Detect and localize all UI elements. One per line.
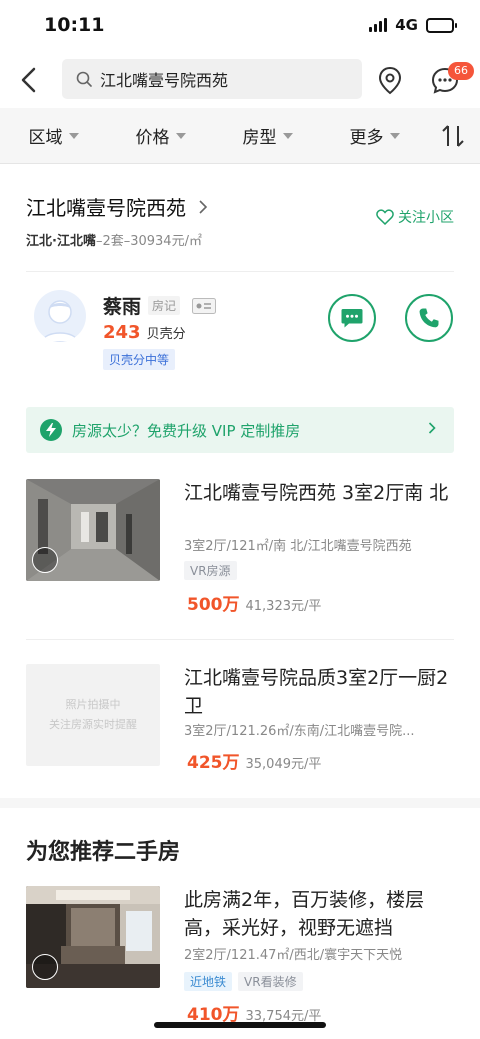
listing-tags: 近地铁 VR看装修 xyxy=(184,972,303,991)
signal-icon xyxy=(369,18,388,32)
agent-name: 蔡雨 xyxy=(103,296,142,318)
follow-label: 关注小区 xyxy=(398,210,454,226)
call-agent-button[interactable] xyxy=(405,294,453,342)
filter-more[interactable]: 更多 xyxy=(321,123,428,148)
listing-tags: VR房源 xyxy=(184,561,237,580)
listing-photo-placeholder: 照片拍摄中 关注房源实时提醒 xyxy=(26,664,160,766)
community-summary: 江北·江北嘴–2套–30934元/㎡ xyxy=(26,230,202,249)
lightning-icon xyxy=(40,419,62,441)
listing-title: 江北嘴壹号院品质3室2厅一厨2卫 xyxy=(184,667,449,717)
status-bar: 10:11 4G xyxy=(0,0,480,50)
section-divider xyxy=(0,798,480,808)
community-name: 江北嘴壹号院西苑 xyxy=(26,196,186,220)
search-input[interactable]: 江北嘴壹号院西苑 xyxy=(62,59,362,99)
message-badge: 66 xyxy=(448,62,474,80)
filter-label: 区域 xyxy=(28,128,63,148)
filter-bar: 区域 价格 房型 更多 xyxy=(0,108,480,164)
placeholder-text: 照片拍摄中 xyxy=(65,698,121,711)
chat-agent-button[interactable] xyxy=(328,294,376,342)
search-query: 江北嘴壹号院西苑 xyxy=(100,71,229,90)
network-label: 4G xyxy=(395,16,418,34)
community-stats: –2套–30934元/㎡ xyxy=(95,234,202,249)
total-price: 425万 xyxy=(187,753,240,773)
recommend-listing-card[interactable]: 此房满2年，百万装修，楼层高，采光好，视野无遮挡 2室2厅/121.47㎡/西北… xyxy=(26,886,454,1025)
chevron-right-icon xyxy=(428,422,436,434)
listing-tag: VR看装修 xyxy=(238,972,303,991)
vip-banner-text: 房源太少？免费升级 VIP 定制推房 xyxy=(72,421,301,440)
listing-tag: 近地铁 xyxy=(184,972,233,991)
divider xyxy=(26,639,454,640)
agent-score: 243 贝壳分 xyxy=(103,322,186,343)
agent-score-unit: 贝壳分 xyxy=(146,327,186,342)
listing-info: 2室2厅/121.47㎡/西北/寰宇天下天悦 xyxy=(184,948,403,963)
listing-title: 此房满2年，百万装修，楼层高，采光好，视野无遮挡 xyxy=(184,889,425,939)
caret-down-icon xyxy=(282,132,293,139)
filter-layout[interactable]: 房型 xyxy=(214,123,321,148)
filter-label: 房型 xyxy=(242,128,277,148)
community-district: 江北·江北嘴 xyxy=(26,234,96,249)
divider xyxy=(26,271,454,272)
search-icon xyxy=(76,71,92,87)
listing-price: 500万 41,323元/平 xyxy=(187,590,321,615)
home-indicator xyxy=(154,1022,326,1028)
battery-icon xyxy=(426,17,457,33)
chat-icon xyxy=(341,309,363,328)
back-arrow-icon[interactable] xyxy=(18,65,42,95)
caret-down-icon xyxy=(175,132,186,139)
vip-banner[interactable]: 房源太少？免费升级 VIP 定制推房 xyxy=(26,407,454,453)
chevron-right-icon xyxy=(199,199,208,214)
listing-info: 3室2厅/121.26㎡/东南/江北嘴壹号院... xyxy=(184,724,415,739)
agent-avatar[interactable] xyxy=(34,290,86,342)
agent-role-tag: 房记 xyxy=(148,296,181,315)
sort-icon[interactable] xyxy=(438,122,468,150)
location-pin-icon[interactable] xyxy=(376,65,404,95)
listing-photo xyxy=(26,479,160,581)
listing-card[interactable]: 江北嘴壹号院西苑 3室2厅南 北 3室2厅/121㎡/南 北/江北嘴壹号院西苑 … xyxy=(26,479,454,615)
listing-title: 江北嘴壹号院西苑 3室2厅南 北 xyxy=(184,482,449,504)
total-price: 500万 xyxy=(187,595,240,615)
listing-tag: VR房源 xyxy=(184,561,237,580)
community-title[interactable]: 江北嘴壹号院西苑 xyxy=(26,192,208,221)
placeholder-text: 关注房源实时提醒 xyxy=(49,718,137,731)
listing-card[interactable]: 照片拍摄中 关注房源实时提醒 江北嘴壹号院品质3室2厅一厨2卫 3室2厅/121… xyxy=(26,664,454,776)
filter-label: 更多 xyxy=(349,128,384,148)
listing-info: 3室2厅/121㎡/南 北/江北嘴壹号院西苑 xyxy=(184,539,412,554)
vr-icon xyxy=(32,954,58,980)
unit-price: 41,323元/平 xyxy=(245,599,322,614)
status-time: 10:11 xyxy=(44,14,105,36)
unit-price: 35,049元/平 xyxy=(245,757,322,772)
listing-price: 425万 35,049元/平 xyxy=(187,748,321,773)
agent-level-badge: 贝壳分中等 xyxy=(103,349,176,370)
search-header: 江北嘴壹号院西苑 66 xyxy=(0,55,480,105)
recommend-section-title: 为您推荐二手房 xyxy=(26,840,181,865)
agent-score-value: 243 xyxy=(103,322,141,343)
filter-price[interactable]: 价格 xyxy=(107,123,214,148)
caret-down-icon xyxy=(389,132,400,139)
filter-label: 价格 xyxy=(135,128,170,148)
filter-area[interactable]: 区域 xyxy=(0,123,107,148)
id-card-icon[interactable] xyxy=(192,298,216,314)
listing-photo xyxy=(26,886,160,988)
heart-icon xyxy=(376,209,394,225)
phone-icon xyxy=(419,308,439,328)
follow-community-button[interactable]: 关注小区 xyxy=(376,207,454,227)
caret-down-icon xyxy=(68,132,79,139)
vr-icon xyxy=(32,547,58,573)
